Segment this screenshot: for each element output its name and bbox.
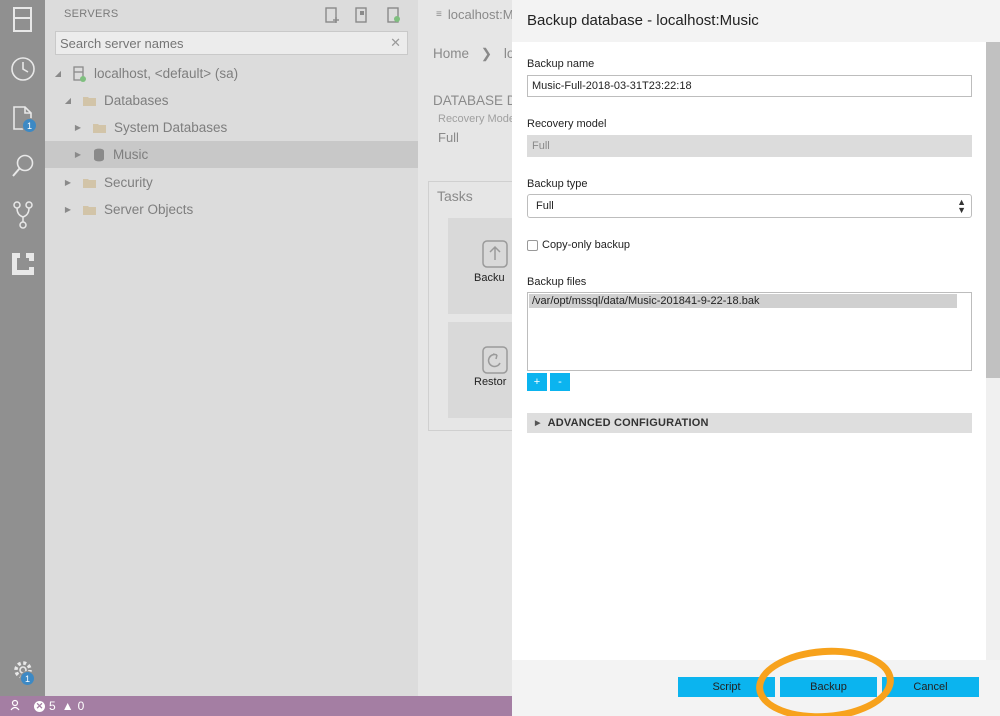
error-icon[interactable]: ✕: [34, 700, 45, 712]
remove-file-button[interactable]: -: [550, 373, 570, 391]
checkbox-box[interactable]: [527, 239, 538, 251]
backup-name-label: Backup name: [527, 58, 595, 70]
search-icon[interactable]: [0, 146, 45, 186]
backup-name-input[interactable]: [527, 75, 972, 97]
search-servers-field[interactable]: ✕: [55, 31, 408, 55]
tree-item-label: Databases: [104, 93, 169, 108]
backup-task-label: Backu: [474, 272, 505, 284]
breadcrumb-home[interactable]: Home: [433, 46, 469, 61]
settings-icon[interactable]: 1: [0, 650, 45, 690]
new-server-group-icon[interactable]: [352, 5, 372, 25]
error-count: 5: [49, 699, 56, 713]
restore-task-tile[interactable]: Restor: [448, 322, 512, 418]
tree-item-label: localhost, <default> (sa): [94, 66, 239, 81]
advanced-configuration-header[interactable]: ▶ ADVANCED CONFIGURATION: [527, 413, 972, 433]
tasks-widget: Tasks Backu Restor: [428, 181, 512, 431]
tree-item-security[interactable]: ▶ Security: [45, 169, 418, 196]
panel-title: SERVERS: [64, 8, 119, 20]
chevron-right-icon: ❯: [480, 46, 493, 61]
tree-item-label: Security: [104, 175, 153, 190]
scroll-thumb[interactable]: [986, 42, 1000, 378]
folder-icon: [93, 123, 106, 133]
backup-type-label: Backup type: [527, 178, 588, 190]
recovery-mode-value: Full: [438, 130, 459, 145]
file-icon: ≡: [436, 8, 442, 20]
list-item[interactable]: /var/opt/mssql/data/Music-201841-9-22-18…: [529, 294, 957, 308]
recovery-mode-label: Recovery Mode: [438, 113, 512, 125]
tree-item-system-databases[interactable]: ▶ System Databases: [45, 114, 418, 141]
folder-icon: [83, 178, 96, 188]
expanded-arrow-icon[interactable]: ◢: [63, 96, 73, 105]
restore-task-label: Restor: [474, 376, 507, 388]
servers-panel: SERVERS ✕ ◢ localhost, <default> (sa) ◢ …: [45, 0, 418, 696]
backup-files-list[interactable]: /var/opt/mssql/data/Music-201841-9-22-18…: [527, 292, 972, 371]
tree-item-databases[interactable]: ◢ Databases: [45, 87, 418, 114]
advanced-label: ADVANCED CONFIGURATION: [547, 417, 709, 429]
database-icon: [94, 148, 104, 161]
add-file-button[interactable]: +: [527, 373, 547, 391]
recovery-model-label: Recovery model: [527, 118, 607, 130]
source-control-icon[interactable]: [0, 195, 45, 235]
tab-label: localhost:M: [447, 6, 512, 22]
tab-localhost[interactable]: ≡ localhost:M: [418, 0, 512, 28]
backup-task-tile[interactable]: Backu: [448, 218, 512, 314]
tree-item-label: Music: [113, 147, 149, 162]
restore-icon: [482, 346, 508, 374]
dialog-title: Backup database - localhost:Music: [512, 0, 1000, 42]
collapsed-arrow-icon[interactable]: ▶: [73, 150, 83, 159]
scrollbar[interactable]: [986, 42, 1000, 660]
collapsed-arrow-icon[interactable]: ▶: [63, 205, 73, 214]
backup-type-select[interactable]: Full ▲ ▼: [527, 194, 972, 218]
status-bar: ✕ 5 ▲ 0: [0, 696, 512, 716]
tree-item-server-objects[interactable]: ▶ Server Objects: [45, 196, 418, 223]
servers-icon[interactable]: [0, 0, 45, 40]
new-connection-icon[interactable]: [322, 5, 342, 25]
collapsed-arrow-icon[interactable]: ▶: [63, 178, 73, 187]
warning-count: 0: [77, 699, 85, 713]
backup-icon: [482, 240, 508, 268]
explorer-badge: 1: [22, 118, 37, 133]
settings-badge: 1: [20, 671, 35, 686]
copy-only-label: Copy-only backup: [542, 239, 631, 251]
server-icon: [73, 65, 86, 82]
recovery-model-input: [527, 135, 972, 157]
active-connections-icon[interactable]: [384, 5, 404, 25]
search-input[interactable]: [56, 32, 407, 54]
folder-icon: [83, 96, 96, 106]
backup-dialog: Backup database - localhost:Music Backup…: [512, 0, 1000, 716]
backup-files-label: Backup files: [527, 276, 587, 288]
section-title: DATABASE D: [433, 93, 512, 108]
collapsed-arrow-icon: ▶: [535, 420, 541, 427]
clear-icon[interactable]: ✕: [390, 35, 401, 51]
breadcrumb: Home ❯ loca: [433, 46, 512, 62]
activity-bar: 1 1: [0, 0, 45, 696]
warning-icon[interactable]: ▲: [62, 699, 74, 713]
folder-icon: [83, 205, 96, 215]
expanded-arrow-icon[interactable]: ◢: [53, 69, 63, 78]
explorer-icon[interactable]: 1: [0, 98, 45, 138]
editor-area: ≡ localhost:M Home ❯ loca DATABASE D Rec…: [418, 0, 512, 696]
dialog-body: Backup name Recovery model Backup type F…: [512, 42, 1000, 660]
tree-item-localhost[interactable]: ◢ localhost, <default> (sa): [45, 60, 418, 87]
tree-item-label: Server Objects: [104, 202, 194, 217]
tree-item-label: System Databases: [114, 120, 228, 135]
tree-item-music[interactable]: ▶ Music: [45, 141, 418, 168]
select-arrows-icon: ▲ ▼: [957, 197, 966, 215]
history-icon[interactable]: [0, 49, 45, 89]
cancel-button[interactable]: Cancel: [882, 677, 979, 697]
tasks-title: Tasks: [437, 188, 473, 204]
backup-type-value: Full: [536, 200, 554, 212]
breadcrumb-server[interactable]: loca: [504, 46, 512, 61]
account-icon[interactable]: [10, 699, 24, 714]
collapsed-arrow-icon[interactable]: ▶: [73, 123, 83, 132]
extensions-icon[interactable]: [0, 244, 45, 284]
copy-only-checkbox[interactable]: Copy-only backup: [527, 239, 630, 251]
